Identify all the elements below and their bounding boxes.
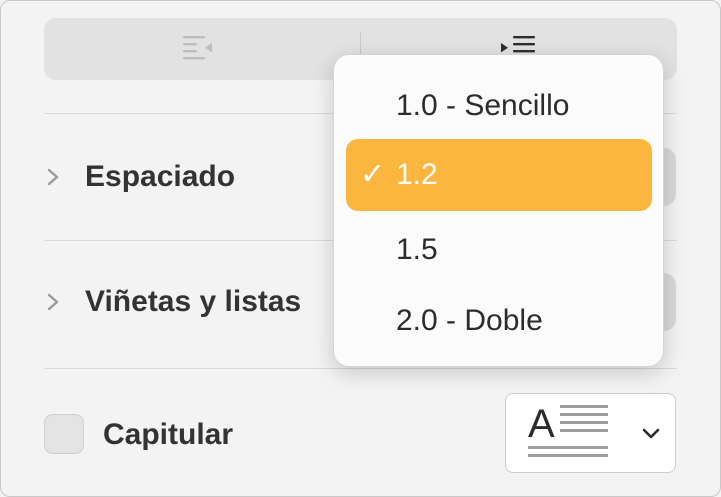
menu-item-label: 1.2 [396, 158, 438, 191]
spacing-menu: 1.0 - Sencillo ✓ 1.2 1.5 2.0 - Doble [333, 54, 664, 367]
chevron-right-icon[interactable] [46, 292, 60, 312]
section-divider [44, 368, 677, 369]
checkmark-icon: ✓ [360, 157, 386, 191]
menu-item-1-2[interactable]: ✓ 1.2 [346, 139, 652, 211]
section-spacing-label[interactable]: Espaciado [85, 160, 235, 194]
drop-cap-checkbox[interactable] [44, 414, 84, 454]
chevron-right-icon[interactable] [46, 167, 60, 187]
menu-item-label: 2.0 - Doble [396, 304, 543, 337]
menu-item-1-0[interactable]: 1.0 - Sencillo [346, 70, 652, 142]
menu-item-label: 1.0 - Sencillo [396, 89, 570, 122]
menu-item-2-0[interactable]: 2.0 - Doble [346, 285, 652, 357]
decrease-indent-button[interactable] [44, 18, 360, 80]
svg-text:A: A [528, 402, 555, 446]
section-bullets-label[interactable]: Viñetas y listas [85, 285, 301, 319]
drop-cap-style-icon: A [528, 402, 608, 457]
chevron-down-icon [642, 428, 660, 439]
menu-item-label: 1.5 [396, 233, 438, 266]
menu-item-1-5[interactable]: 1.5 [346, 214, 652, 286]
drop-cap-label: Capitular [103, 418, 234, 451]
decrease-indent-icon [183, 36, 212, 60]
drop-cap-style-select[interactable]: A [505, 393, 676, 473]
